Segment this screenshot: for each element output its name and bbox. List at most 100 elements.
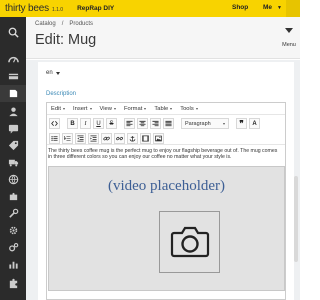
sidebar-item-orders[interactable] xyxy=(0,68,26,85)
indent-button[interactable] xyxy=(88,133,99,144)
menu-view[interactable]: View xyxy=(100,106,116,112)
shipping-icon xyxy=(8,159,18,167)
menu-edit-label: Edit xyxy=(51,105,61,112)
source-code-button[interactable] xyxy=(49,118,60,129)
caret-down-icon xyxy=(89,107,92,110)
media-icon xyxy=(142,135,149,142)
video-placeholder[interactable]: (video placeholder) xyxy=(48,165,285,291)
camera-icon xyxy=(170,226,209,257)
chevron-down-icon: ▼ xyxy=(277,5,282,11)
menu-insert[interactable]: Insert xyxy=(73,106,92,112)
breadcrumb: Catalog / Products xyxy=(35,21,93,27)
sidebar-item-localization[interactable] xyxy=(0,171,26,188)
bullet-list-icon xyxy=(51,136,58,141)
sidebar xyxy=(0,17,26,300)
menu-tools[interactable]: Tools xyxy=(180,106,198,112)
align-left-button[interactable] xyxy=(124,118,135,129)
puzzle-icon xyxy=(9,278,17,289)
search-icon xyxy=(8,27,19,38)
menu-format-label: Format xyxy=(123,105,143,112)
outdent-icon xyxy=(77,135,84,142)
remove-link-button[interactable] xyxy=(114,133,125,144)
sidebar-item-price-rules[interactable] xyxy=(0,137,26,154)
anchor-icon xyxy=(129,136,136,142)
align-justify-button[interactable] xyxy=(163,118,174,129)
page-scrollbar[interactable] xyxy=(294,176,298,262)
text-color-button[interactable]: A xyxy=(249,118,260,129)
menu-tools-label: Tools xyxy=(180,105,194,112)
numbered-list-icon xyxy=(64,136,71,141)
sidebar-item-extra[interactable] xyxy=(0,275,26,292)
language-select[interactable]: en xyxy=(46,70,60,76)
sidebar-item-modules[interactable] xyxy=(0,188,26,205)
insert-link-button[interactable] xyxy=(101,133,112,144)
notification-area[interactable] xyxy=(286,0,300,17)
user-menu[interactable]: Me xyxy=(263,4,272,11)
align-left-icon xyxy=(126,120,133,127)
menu-view-label: View xyxy=(99,105,112,112)
outdent-button[interactable] xyxy=(75,133,86,144)
page-header: Catalog / Products Edit: Mug Menu xyxy=(26,17,300,59)
menu-table[interactable]: Table xyxy=(154,106,173,112)
align-justify-icon xyxy=(165,120,172,127)
bullet-list-button[interactable] xyxy=(49,133,60,144)
blockquote-button[interactable]: ❞ xyxy=(236,118,247,129)
bold-button[interactable]: B xyxy=(67,118,78,129)
image-icon xyxy=(155,135,162,142)
caret-down-icon xyxy=(195,107,198,110)
italic-button[interactable]: I xyxy=(80,118,91,129)
menu-edit[interactable]: Edit xyxy=(51,106,65,112)
align-center-button[interactable] xyxy=(137,118,148,129)
align-right-button[interactable] xyxy=(150,118,161,129)
breadcrumb-separator: / xyxy=(61,21,64,27)
sidebar-item-customers[interactable] xyxy=(0,103,26,120)
underline-button[interactable]: U xyxy=(93,118,104,129)
localization-icon xyxy=(8,174,18,185)
editor-content-area[interactable]: The thirty bees coffee mug is the perfec… xyxy=(47,145,285,294)
version-label: 1.1.0 xyxy=(51,7,64,13)
indent-icon xyxy=(90,135,97,142)
customers-icon xyxy=(8,107,18,117)
sidebar-item-shipping[interactable] xyxy=(0,154,26,171)
paragraph-format-value: Paragraph xyxy=(185,120,211,127)
language-value: en xyxy=(46,70,53,76)
align-right-icon xyxy=(152,120,159,127)
catalog-icon xyxy=(9,89,17,98)
breadcrumb-products[interactable]: Products xyxy=(69,21,93,27)
numbered-list-button[interactable] xyxy=(62,133,73,144)
product-description-text[interactable]: The thirty bees coffee mug is the perfec… xyxy=(48,148,278,161)
video-placeholder-label: (video placeholder) xyxy=(107,177,226,194)
modules-icon xyxy=(9,192,17,201)
thirtybees-logo[interactable]: thirty bees 1.1.0 xyxy=(5,3,63,14)
sidebar-search[interactable] xyxy=(0,21,26,43)
gear-icon xyxy=(9,226,17,235)
insert-anchor-button[interactable] xyxy=(127,133,138,144)
sidebar-item-catalog[interactable] xyxy=(0,85,26,102)
toolbar-row xyxy=(49,132,283,145)
dashboard-icon xyxy=(7,57,19,63)
sidebar-item-administration[interactable] xyxy=(0,239,26,256)
menu-label: Menu xyxy=(282,42,296,48)
caret-down-icon xyxy=(170,107,173,110)
shop-link[interactable]: Shop xyxy=(232,4,248,11)
code-icon xyxy=(51,121,58,126)
strikethrough-button[interactable]: S xyxy=(106,118,117,129)
sidebar-item-dashboard[interactable] xyxy=(0,51,26,68)
menu-button[interactable]: Menu xyxy=(279,28,299,48)
paragraph-format-select[interactable]: Paragraph xyxy=(181,118,229,129)
link-icon xyxy=(103,136,110,141)
insert-media-button[interactable] xyxy=(140,133,151,144)
description-label: Description xyxy=(46,91,77,97)
caret-down-icon xyxy=(113,107,116,110)
menu-format[interactable]: Format xyxy=(123,105,147,112)
insert-image-button[interactable] xyxy=(153,133,164,144)
caret-down-icon xyxy=(55,71,60,75)
sidebar-item-stats[interactable] xyxy=(0,256,26,273)
sidebar-item-preferences[interactable] xyxy=(0,205,26,222)
price-rules-icon xyxy=(8,140,18,151)
sidebar-item-customer-service[interactable] xyxy=(0,120,26,137)
caret-down-icon xyxy=(285,28,293,33)
sidebar-item-advanced-parameters[interactable] xyxy=(0,222,26,239)
menu-insert-label: Insert xyxy=(73,105,88,112)
breadcrumb-catalog[interactable]: Catalog xyxy=(35,21,56,27)
